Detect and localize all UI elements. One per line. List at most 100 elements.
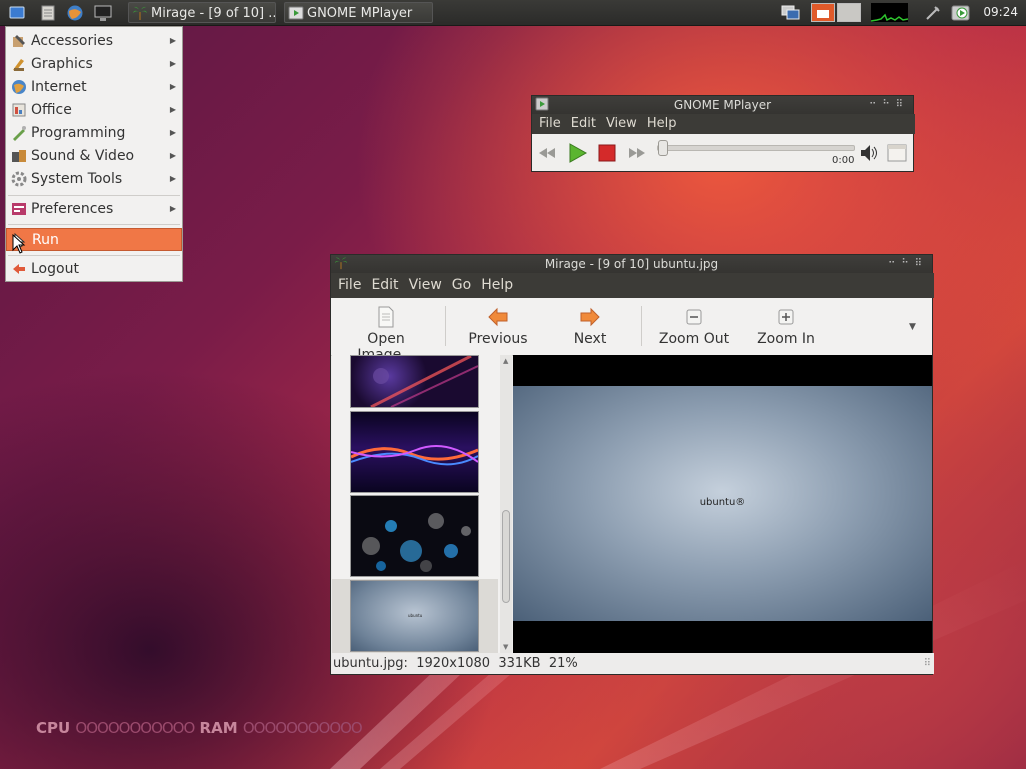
thumbnail-scrollbar[interactable]: ▲ ▼	[500, 355, 512, 653]
seek-slider-handle[interactable]	[658, 140, 668, 156]
fast-forward-icon[interactable]	[626, 142, 648, 164]
system-monitor: CPU OOOOOOOOOOO RAM OOOOOOOOOOO	[36, 719, 363, 737]
image-text: ubuntu®	[699, 497, 746, 508]
menu-view[interactable]: View	[601, 114, 642, 134]
arrow-right-icon	[580, 307, 600, 327]
toolbar-overflow-icon[interactable]: ▼	[909, 322, 916, 332]
taskbar-item-label: Mirage - [9 of 10] ...	[151, 6, 276, 21]
accessories-icon	[13, 35, 25, 47]
menu-item-system-tools[interactable]: System Tools ▶	[6, 168, 182, 190]
submenu-arrow-icon: ▶	[169, 174, 176, 183]
status-bar: ubuntu.jpg: 1920x1080 331KB 21% ⠿	[331, 653, 934, 674]
web-browser-icon[interactable]	[64, 2, 85, 23]
document-icon	[378, 306, 394, 328]
terminal-icon[interactable]	[92, 2, 113, 23]
thumbnail-image[interactable]	[350, 495, 479, 577]
previous-button[interactable]: Previous	[463, 298, 533, 355]
submenu-arrow-icon: ▶	[169, 36, 176, 45]
status-text: ubuntu.jpg: 1920x1080 331KB 21%	[333, 656, 578, 671]
scroll-up-icon[interactable]: ▲	[503, 357, 508, 365]
play-icon[interactable]	[566, 142, 588, 164]
network-icon[interactable]	[922, 2, 943, 23]
toolbar-separator	[445, 306, 446, 346]
previous-label: Previous	[468, 331, 528, 347]
next-button[interactable]: Next	[561, 298, 619, 355]
submenu-arrow-icon: ▶	[169, 151, 176, 160]
ram-meter: OOOOOOOOOOO	[242, 719, 363, 737]
menu-item-run[interactable]: Run	[6, 228, 182, 251]
menu-edit[interactable]: Edit	[366, 273, 403, 298]
menu-help[interactable]: Help	[642, 114, 682, 134]
palm-tree-icon	[133, 6, 147, 20]
zoom-in-button[interactable]: Zoom In	[756, 298, 816, 355]
taskbar-item-gnome-mplayer[interactable]: GNOME MPlayer	[284, 2, 433, 23]
image-viewer[interactable]: ubuntu®	[513, 355, 932, 653]
open-image-button[interactable]: Open Image...	[337, 298, 435, 363]
menu-go[interactable]: Go	[447, 273, 476, 298]
scroll-down-icon[interactable]: ▼	[503, 643, 508, 651]
programming-icon	[13, 126, 26, 141]
resize-grip-icon[interactable]: ⠿	[924, 653, 931, 674]
mouse-cursor-icon	[12, 234, 26, 254]
window-switch-icon[interactable]	[811, 3, 861, 22]
menu-item-programming[interactable]: Programming ▶	[6, 122, 182, 144]
mplayer-controls: 0:00	[532, 134, 913, 171]
menu-file[interactable]: File	[333, 273, 366, 298]
menu-view[interactable]: View	[404, 273, 447, 298]
submenu-arrow-icon: ▶	[169, 204, 176, 213]
submenu-arrow-icon: ▶	[169, 82, 176, 91]
mplayer-tray-icon[interactable]	[950, 2, 971, 23]
next-label: Next	[573, 331, 607, 347]
zoom-out-icon	[686, 309, 702, 325]
zoom-out-label: Zoom Out	[658, 331, 730, 347]
volume-icon[interactable]	[858, 142, 880, 164]
workspaces-icon[interactable]	[780, 2, 801, 23]
menu-file[interactable]: File	[534, 114, 566, 134]
mirage-titlebar[interactable]: Mirage - [9 of 10] ubuntu.jpg ⠒⠓⠿	[331, 255, 932, 273]
submenu-arrow-icon: ▶	[169, 128, 176, 137]
clock[interactable]: 09:24	[983, 0, 1018, 25]
menu-item-accessories[interactable]: Accessories ▶	[6, 30, 182, 52]
show-desktop-icon[interactable]	[6, 2, 27, 23]
thumbnail-pane: ubuntu ▲ ▼	[332, 354, 512, 653]
menu-item-office[interactable]: Office ▶	[6, 99, 182, 121]
mirage-toolbar: Open Image... Previous Next Zoom Out Zoo…	[331, 298, 932, 363]
menu-item-sound-video[interactable]: Sound & Video ▶	[6, 145, 182, 167]
menu-edit[interactable]: Edit	[566, 114, 601, 134]
file-manager-icon[interactable]	[37, 2, 58, 23]
menu-item-preferences[interactable]: Preferences ▶	[6, 198, 182, 220]
displayed-image: ubuntu®	[513, 386, 932, 621]
rewind-icon[interactable]	[536, 142, 558, 164]
arrow-left-icon	[488, 307, 508, 327]
fullscreen-icon[interactable]	[886, 142, 908, 164]
window-controls[interactable]: ⠒⠓⠿	[888, 255, 928, 273]
zoom-in-icon	[778, 309, 794, 325]
seek-slider[interactable]	[657, 140, 855, 156]
menu-item-logout[interactable]: Logout	[6, 258, 182, 280]
thumbnail-image-selected[interactable]: ubuntu	[350, 580, 479, 652]
mirage-window: Mirage - [9 of 10] ubuntu.jpg ⠒⠓⠿ File Ed…	[330, 254, 934, 675]
system-tools-icon	[11, 171, 27, 187]
thumbnail-image[interactable]	[350, 411, 479, 493]
stop-icon[interactable]	[596, 142, 618, 164]
thumbnail-ubuntu-text: ubuntu	[408, 613, 423, 618]
cpu-graph-icon	[870, 3, 909, 22]
office-icon	[12, 103, 26, 117]
menu-item-internet[interactable]: Internet ▶	[6, 76, 182, 98]
zoom-out-button[interactable]: Zoom Out	[657, 298, 731, 355]
mplayer-titlebar[interactable]: GNOME MPlayer ⠒⠓⠿	[532, 96, 913, 114]
window-title: Mirage - [9 of 10] ubuntu.jpg	[544, 257, 719, 271]
top-panel: Mirage - [9 of 10] ... GNOME MPlayer 09:…	[0, 0, 1026, 26]
thumbnail-image[interactable]	[350, 354, 479, 409]
submenu-arrow-icon: ▶	[169, 105, 176, 114]
mirage-menubar: File Edit View Go Help	[331, 273, 934, 298]
scrollbar-thumb[interactable]	[502, 510, 510, 603]
window-title: GNOME MPlayer	[673, 98, 772, 112]
menu-item-graphics[interactable]: Graphics ▶	[6, 53, 182, 75]
window-controls[interactable]: ⠒⠓⠿	[869, 96, 909, 114]
cpu-label: CPU	[36, 719, 71, 737]
taskbar-item-mirage[interactable]: Mirage - [9 of 10] ...	[128, 2, 276, 23]
preferences-icon	[12, 203, 26, 215]
menu-help[interactable]: Help	[476, 273, 518, 298]
menu-separator	[8, 224, 180, 225]
